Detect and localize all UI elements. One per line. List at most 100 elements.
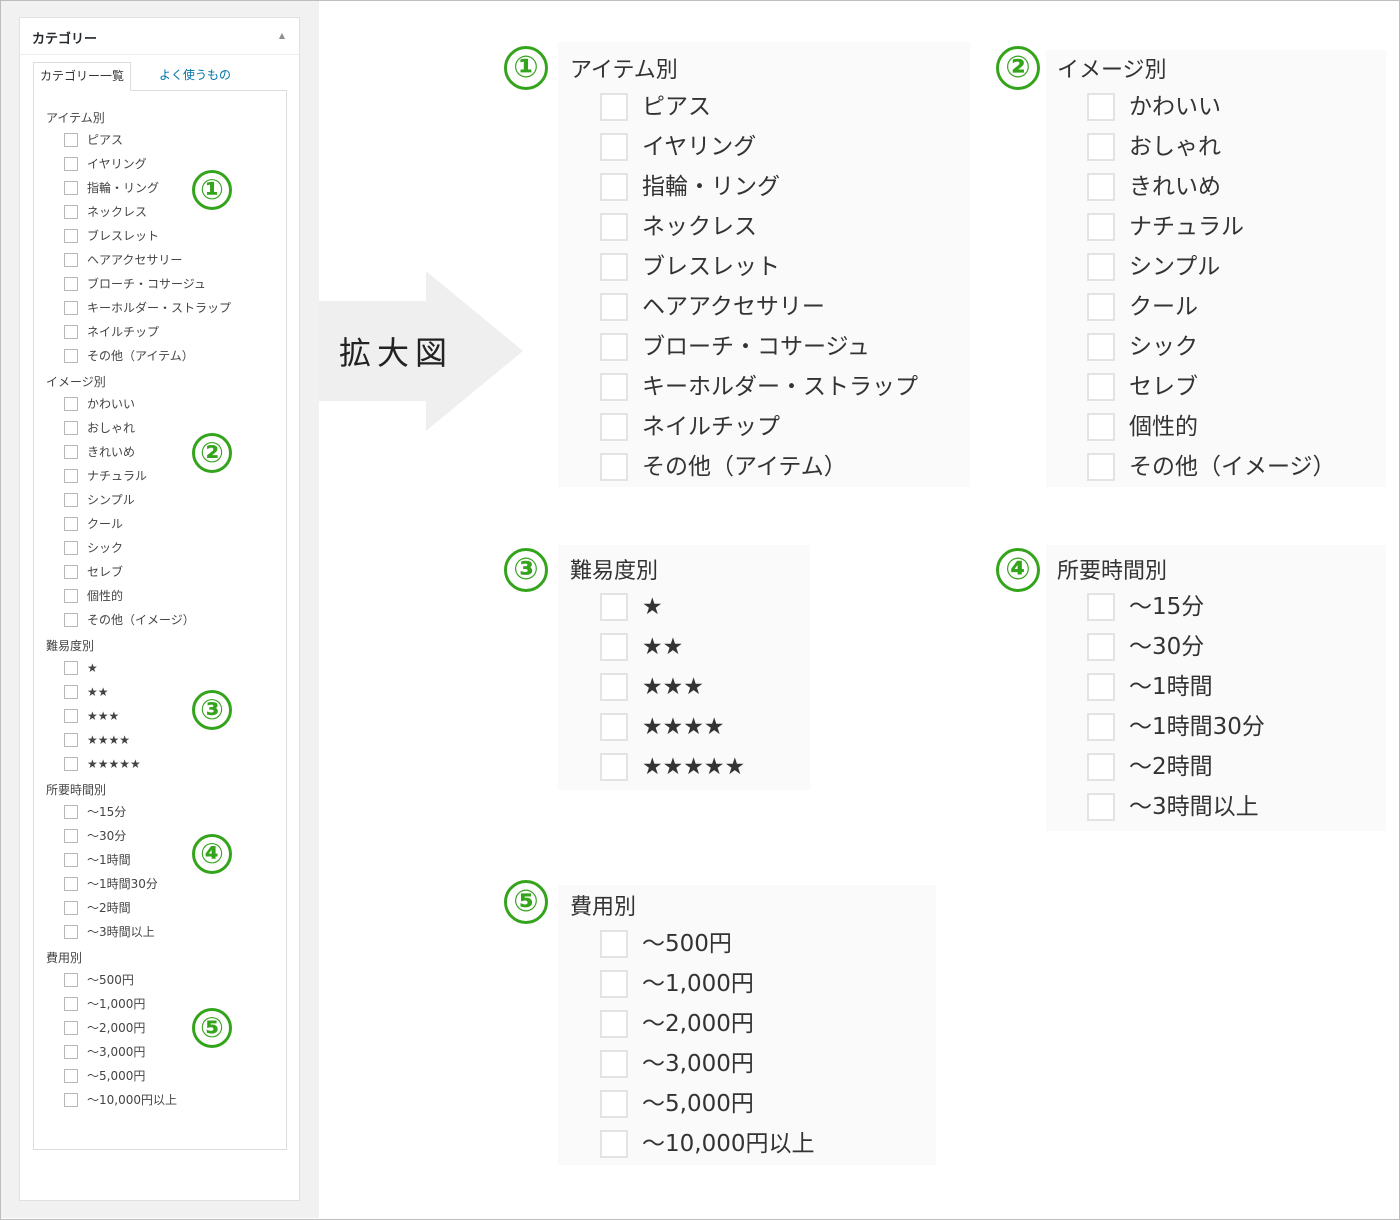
enlarged-category-label: ブローチ・コサージュ <box>642 334 870 360</box>
category-checkbox[interactable] <box>64 829 78 843</box>
enlarged-checkbox[interactable] <box>1087 213 1115 241</box>
category-checkbox[interactable] <box>64 421 78 435</box>
enlarged-checkbox[interactable] <box>600 453 628 481</box>
category-metabox: カテゴリー ▲ カテゴリー一覧 よく使うもの アイテム別 ピアス イヤリング 指輪・リ… <box>19 17 300 1201</box>
enlarged-checkbox[interactable] <box>600 1090 628 1118</box>
enlarged-checkbox[interactable] <box>600 593 628 621</box>
enlarged-checkbox[interactable] <box>1087 753 1115 781</box>
enlarged-checkbox[interactable] <box>1087 673 1115 701</box>
category-checkbox[interactable] <box>64 973 78 987</box>
category-checkbox[interactable] <box>64 853 78 867</box>
category-checkbox[interactable] <box>64 1069 78 1083</box>
category-checkbox[interactable] <box>64 613 78 627</box>
enlarged-checkbox[interactable] <box>1087 373 1115 401</box>
category-checkbox[interactable] <box>64 325 78 339</box>
category-label: 〜1時間 <box>87 853 131 867</box>
category-checkbox[interactable] <box>64 661 78 675</box>
enlarged-checkbox[interactable] <box>1087 413 1115 441</box>
enlarged-category-label: シック <box>1129 334 1198 360</box>
tab-all-categories[interactable]: カテゴリー一覧 <box>33 62 132 91</box>
category-label: ピアス <box>87 133 124 147</box>
enlarged-checkbox[interactable] <box>600 673 628 701</box>
category-checkbox[interactable] <box>64 901 78 915</box>
enlarged-checkbox[interactable] <box>1087 593 1115 621</box>
category-checkbox[interactable] <box>64 277 78 291</box>
category-checkbox[interactable] <box>64 1045 78 1059</box>
enlarged-category-label: ★★★ <box>642 674 704 700</box>
enlarged-checkbox[interactable] <box>600 930 628 958</box>
category-checkbox[interactable] <box>64 925 78 939</box>
tab-most-used[interactable]: よく使うもの <box>153 62 237 89</box>
enlarged-checkbox[interactable] <box>600 333 628 361</box>
collapse-toggle-icon[interactable]: ▲ <box>279 31 285 40</box>
enlarged-category-label: 〜2,000円 <box>642 1011 754 1037</box>
category-checkbox[interactable] <box>64 133 78 147</box>
category-checkbox[interactable] <box>64 1021 78 1035</box>
category-checkbox[interactable] <box>64 445 78 459</box>
enlarged-checkbox[interactable] <box>600 753 628 781</box>
category-checkbox[interactable] <box>64 229 78 243</box>
enlarged-category-label: 個性的 <box>1129 414 1198 440</box>
category-checkbox[interactable] <box>64 349 78 363</box>
enlarged-checkbox[interactable] <box>1087 293 1115 321</box>
category-label: セレブ <box>87 565 124 579</box>
category-checkbox[interactable] <box>64 805 78 819</box>
enlarged-checkbox[interactable] <box>600 1010 628 1038</box>
category-checkbox[interactable] <box>64 157 78 171</box>
category-checkbox[interactable] <box>64 253 78 267</box>
category-checkbox[interactable] <box>64 493 78 507</box>
zoom-label: 拡大図 <box>339 334 454 372</box>
enlarged-category-label: 〜30分 <box>1129 634 1205 660</box>
category-checkbox[interactable] <box>64 517 78 531</box>
category-label: ★ <box>87 661 98 675</box>
category-label: ナチュラル <box>87 469 148 483</box>
category-checkbox[interactable] <box>64 589 78 603</box>
enlarged-checkbox[interactable] <box>600 293 628 321</box>
category-checkbox[interactable] <box>64 709 78 723</box>
category-checkbox[interactable] <box>64 205 78 219</box>
category-checkbox[interactable] <box>64 565 78 579</box>
enlarged-checkbox[interactable] <box>600 413 628 441</box>
enlarged-checkbox[interactable] <box>600 213 628 241</box>
enlarged-checkbox[interactable] <box>1087 133 1115 161</box>
category-checkbox[interactable] <box>64 541 78 555</box>
enlarged-checkbox[interactable] <box>1087 713 1115 741</box>
enlarged-checkbox[interactable] <box>1087 453 1115 481</box>
enlarged-checkbox[interactable] <box>600 373 628 401</box>
category-label: シンプル <box>87 493 135 507</box>
enlarged-category-label: 〜1時間30分 <box>1129 714 1265 740</box>
category-checkbox[interactable] <box>64 469 78 483</box>
enlarged-checkbox[interactable] <box>600 1050 628 1078</box>
enlarged-group-title: 難易度別 <box>570 559 659 584</box>
category-checkbox[interactable] <box>64 397 78 411</box>
category-group-item: アイテム別 <box>46 111 105 125</box>
enlarged-checkbox[interactable] <box>1087 253 1115 281</box>
enlarged-checkbox[interactable] <box>600 253 628 281</box>
enlarged-checkbox[interactable] <box>600 633 628 661</box>
category-checkbox[interactable] <box>64 1093 78 1107</box>
metabox-header[interactable]: カテゴリー ▲ <box>20 18 299 55</box>
enlarged-checkbox[interactable] <box>1087 173 1115 201</box>
enlarged-checkbox[interactable] <box>600 970 628 998</box>
enlarged-checkbox[interactable] <box>1087 793 1115 821</box>
enlarged-category-label: ネイルチップ <box>642 414 780 440</box>
enlarged-category-label: 〜1時間 <box>1129 674 1213 700</box>
enlarged-checkbox[interactable] <box>600 1130 628 1158</box>
enlarged-checkbox[interactable] <box>600 173 628 201</box>
category-checkbox[interactable] <box>64 757 78 771</box>
category-label: きれいめ <box>87 445 136 459</box>
category-checkbox[interactable] <box>64 997 78 1011</box>
enlarged-category-label: セレブ <box>1129 374 1198 400</box>
enlarged-checkbox[interactable] <box>1087 93 1115 121</box>
enlarged-category-label: ★★★★★ <box>642 754 746 780</box>
enlarged-checkbox[interactable] <box>600 93 628 121</box>
enlarged-checkbox[interactable] <box>600 713 628 741</box>
enlarged-checkbox[interactable] <box>1087 333 1115 361</box>
category-checkbox[interactable] <box>64 301 78 315</box>
category-checkbox[interactable] <box>64 877 78 891</box>
category-checkbox[interactable] <box>64 181 78 195</box>
category-checkbox[interactable] <box>64 685 78 699</box>
enlarged-checkbox[interactable] <box>1087 633 1115 661</box>
enlarged-checkbox[interactable] <box>600 133 628 161</box>
category-checkbox[interactable] <box>64 733 78 747</box>
